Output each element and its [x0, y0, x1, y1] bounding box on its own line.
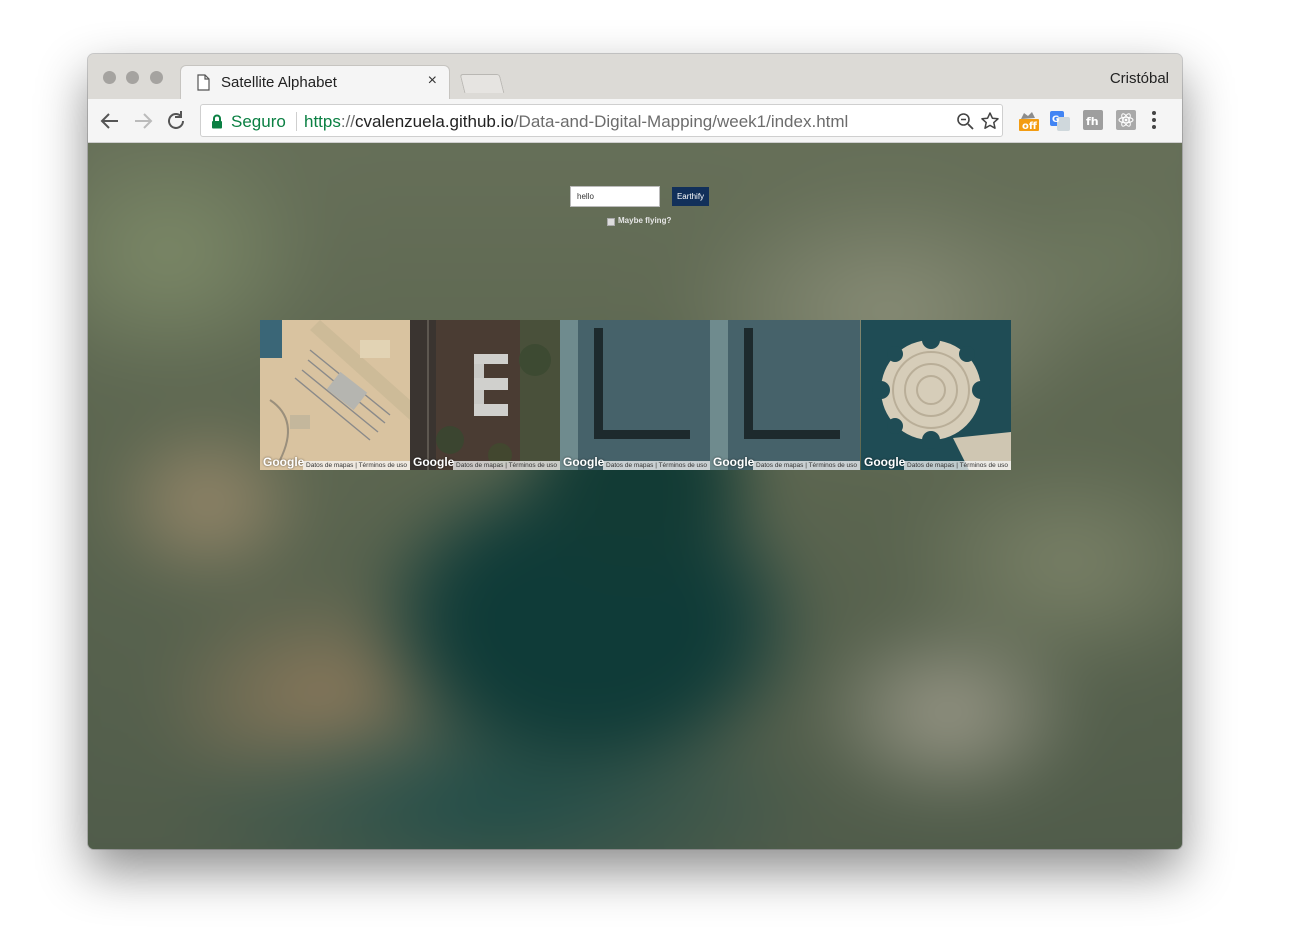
google-logo: Google: [713, 455, 755, 469]
profile-name[interactable]: Cristóbal: [1110, 70, 1169, 87]
tab-close-icon[interactable]: ×: [428, 72, 437, 90]
satellite-image-l-1: [560, 320, 710, 470]
letter-tile-e: Google Datos de mapas | Términos de uso: [410, 320, 560, 470]
lock-icon: [211, 114, 223, 134]
map-data-link[interactable]: Datos de mapas: [456, 462, 503, 469]
svg-text:G: G: [1052, 115, 1059, 125]
letter-tile-o: Google Datos de mapas | Términos de uso: [861, 320, 1011, 470]
address-bar[interactable]: Seguro https://cvalenzuela.github.io/Dat…: [200, 104, 1003, 137]
browser-window: Satellite Alphabet × Cristóbal Seguro ht…: [88, 54, 1182, 849]
earthify-button[interactable]: Earthify: [672, 187, 709, 206]
satellite-image-o: [861, 320, 1011, 470]
url-host: cvalenzuela.github.io: [355, 112, 514, 131]
terms-link[interactable]: Términos de uso: [659, 462, 707, 469]
url-text[interactable]: https://cvalenzuela.github.io/Data-and-D…: [304, 112, 848, 132]
tab-title: Satellite Alphabet: [221, 74, 337, 91]
url-path: /Data-and-Digital-Mapping/week1/index.ht…: [513, 112, 849, 131]
maybe-flying-checkbox[interactable]: [607, 218, 615, 226]
satellite-image-l-2: [710, 320, 860, 470]
browser-toolbar: Seguro https://cvalenzuela.github.io/Dat…: [88, 99, 1182, 143]
omnibox-divider: [296, 112, 297, 131]
map-attribution: Datos de mapas | Términos de uso: [453, 461, 560, 470]
google-logo: Google: [413, 455, 455, 469]
bookmark-star-icon[interactable]: [980, 111, 1000, 136]
url-separator: ://: [340, 112, 356, 131]
satellite-image-e: [410, 320, 560, 470]
google-logo: Google: [864, 455, 906, 469]
url-scheme: https: [304, 112, 341, 131]
tab-active[interactable]: Satellite Alphabet ×: [180, 65, 450, 99]
satellite-image-h: [260, 320, 410, 470]
tab-strip: Satellite Alphabet × Cristóbal: [88, 54, 1182, 99]
letter-tile-l-2: Google Datos de mapas | Términos de uso: [710, 320, 860, 470]
terms-link[interactable]: Términos de uso: [509, 462, 557, 469]
map-attribution: Datos de mapas | Términos de uso: [753, 461, 860, 470]
page-viewport: Earthify Maybe flying? Goo: [88, 143, 1182, 849]
blurred-satellite-background: [88, 143, 1182, 849]
close-window-button[interactable]: [103, 71, 116, 84]
terms-link[interactable]: Términos de uso: [359, 462, 407, 469]
terms-link[interactable]: Términos de uso: [960, 462, 1008, 469]
terms-link[interactable]: Términos de uso: [809, 462, 857, 469]
letter-tiles: Google Datos de mapas | Términos de uso …: [260, 320, 1011, 470]
google-logo: Google: [263, 455, 305, 469]
map-data-link[interactable]: Datos de mapas: [306, 462, 353, 469]
off-badge-icon[interactable]: off: [1018, 110, 1039, 132]
fh-extension-label: fh: [1086, 115, 1099, 128]
forward-arrow-icon[interactable]: [131, 109, 155, 133]
letter-tile-l-1: Google Datos de mapas | Términos de uso: [560, 320, 710, 470]
maximize-window-button[interactable]: [150, 71, 163, 84]
map-data-link[interactable]: Datos de mapas: [907, 462, 954, 469]
map-attribution: Datos de mapas | Términos de uso: [603, 461, 710, 470]
maybe-flying-label: Maybe flying?: [618, 216, 672, 225]
reload-icon[interactable]: [164, 109, 188, 133]
map-data-link[interactable]: Datos de mapas: [756, 462, 803, 469]
google-translate-icon[interactable]: G: [1049, 110, 1070, 131]
map-attribution: Datos de mapas | Términos de uso: [303, 461, 410, 470]
security-label: Seguro: [231, 112, 286, 131]
google-logo: Google: [563, 455, 605, 469]
more-menu-icon[interactable]: [1151, 110, 1157, 135]
letter-tile-h: Google Datos de mapas | Términos de uso: [260, 320, 410, 470]
minimize-window-button[interactable]: [126, 71, 139, 84]
off-badge-label: off: [1022, 121, 1038, 132]
new-tab-button[interactable]: [459, 74, 505, 93]
word-input[interactable]: [570, 186, 660, 207]
map-data-link[interactable]: Datos de mapas: [606, 462, 653, 469]
react-devtools-icon[interactable]: [1116, 110, 1136, 130]
zoom-out-icon[interactable]: [956, 112, 974, 135]
fh-extension-icon[interactable]: fh: [1083, 110, 1103, 130]
back-arrow-icon[interactable]: [98, 109, 122, 133]
document-icon: [197, 74, 210, 96]
map-attribution: Datos de mapas | Términos de uso: [904, 461, 1011, 470]
